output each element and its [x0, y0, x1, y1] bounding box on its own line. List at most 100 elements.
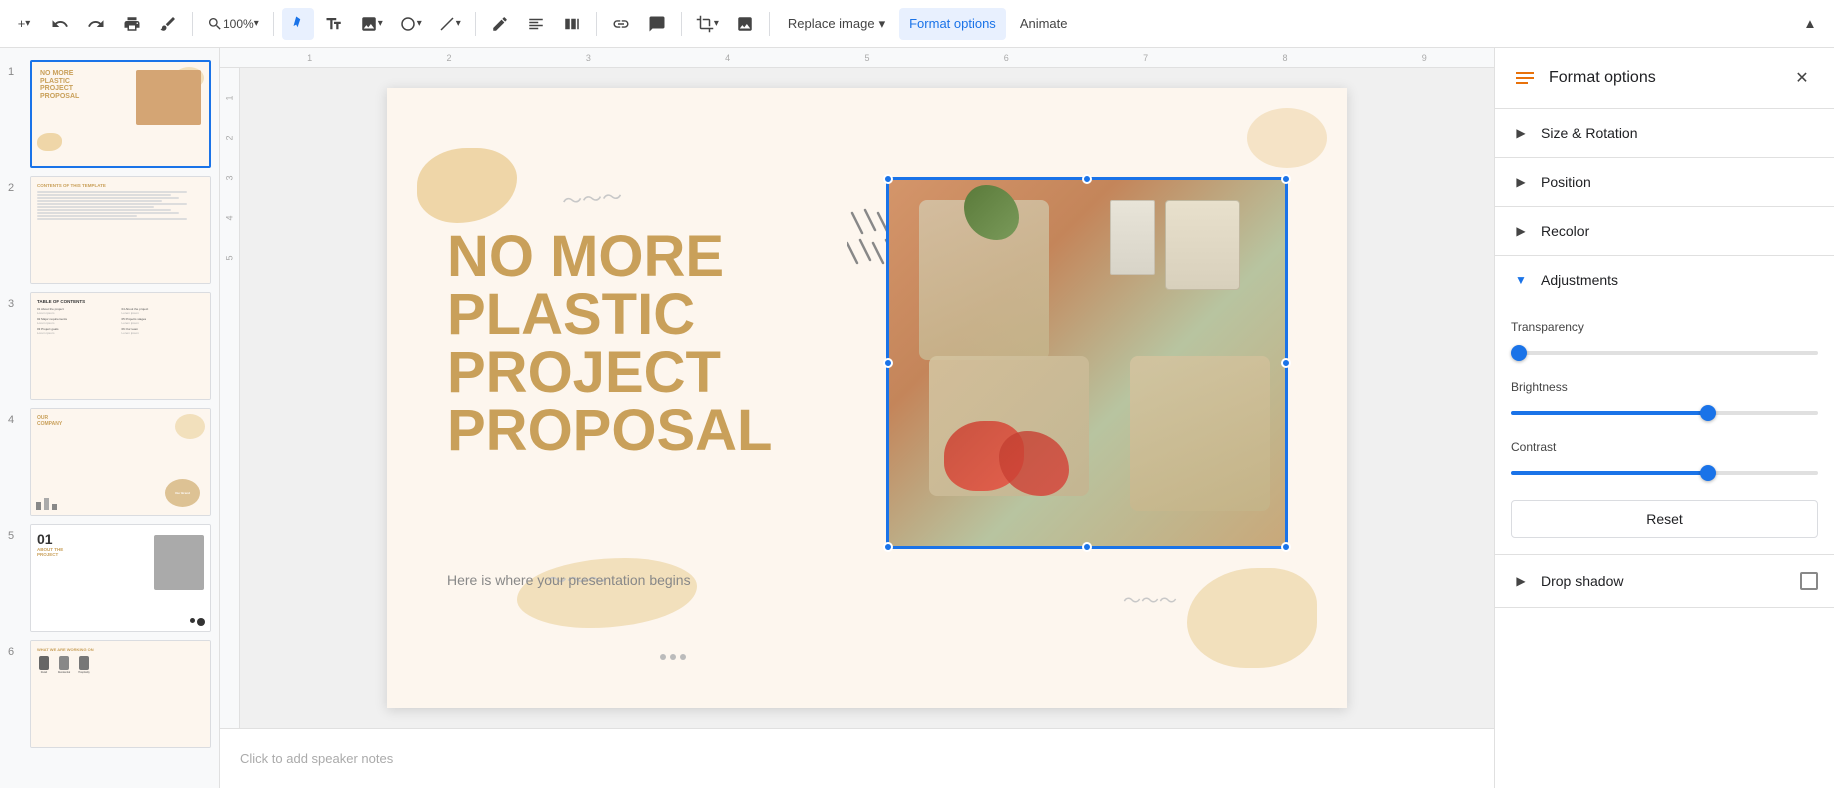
zoom-button[interactable]: 100% ▾: [201, 8, 265, 40]
adjustments-section: ▼ Adjustments Transparency Brightness Co…: [1495, 256, 1834, 555]
handle-top-left[interactable]: [883, 174, 893, 184]
size-rotation-header[interactable]: ▶ Size & Rotation: [1495, 109, 1834, 157]
collapse-toolbar-button[interactable]: ▲: [1794, 8, 1826, 40]
divider6: [769, 12, 770, 36]
adjustments-header[interactable]: ▼ Adjustments: [1495, 256, 1834, 304]
animate-button[interactable]: Animate: [1010, 8, 1078, 40]
ruler-mark: 5: [797, 53, 936, 63]
ruler-mark: 4: [658, 53, 797, 63]
drop-shadow-checkbox[interactable]: [1800, 572, 1818, 590]
transparency-slider[interactable]: [1511, 351, 1818, 355]
shape-button[interactable]: ▾: [393, 8, 428, 40]
ruler-mark: 6: [937, 53, 1076, 63]
print-button[interactable]: [116, 8, 148, 40]
speaker-notes[interactable]: Click to add speaker notes: [220, 728, 1494, 788]
ruler-mark: 1: [240, 53, 379, 63]
slide-thumb-1[interactable]: 1 NO MOREPLASTICPROJECTPROPOSAL: [0, 56, 219, 172]
replace-image-label: Replace image: [788, 16, 875, 31]
speaker-notes-placeholder: Click to add speaker notes: [240, 751, 393, 766]
divider5: [681, 12, 682, 36]
format-panel-close-button[interactable]: ✕: [1786, 62, 1818, 94]
format-options-button[interactable]: Format options: [899, 8, 1006, 40]
divider1: [192, 12, 193, 36]
slide-num-1: 1: [8, 60, 22, 78]
collapse-icon: ▲: [1803, 16, 1816, 31]
image-options-button[interactable]: [729, 8, 761, 40]
size-rotation-chevron: ▶: [1511, 123, 1531, 143]
ruler-mark: 2: [379, 53, 518, 63]
ruler-mark: 9: [1355, 53, 1494, 63]
slide-thumb-2[interactable]: 2 CONTENTS OF THIS TEMPLATE: [0, 172, 219, 288]
divider2: [273, 12, 274, 36]
selected-image-container[interactable]: [887, 178, 1287, 548]
ruler-mark: 8: [1215, 53, 1354, 63]
transparency-label: Transparency: [1511, 320, 1818, 334]
textbox-button[interactable]: [318, 8, 350, 40]
handle-bottom-middle[interactable]: [1082, 542, 1092, 552]
slide-canvas-container[interactable]: 〜〜〜 〜〜〜 〜〜〜 〜〜〜: [240, 68, 1494, 728]
format-panel-title: Format options: [1549, 69, 1776, 87]
slide-image[interactable]: [887, 178, 1287, 548]
drop-shadow-row: ▶ Drop shadow: [1495, 555, 1834, 607]
handle-bottom-right[interactable]: [1281, 542, 1291, 552]
slide-subtitle: Here is where your presentation begins: [447, 572, 691, 588]
crop-button[interactable]: ▾: [690, 8, 725, 40]
paint-button[interactable]: [152, 8, 184, 40]
comment-button[interactable]: [641, 8, 673, 40]
image-button[interactable]: ▾: [354, 8, 389, 40]
size-rotation-title: Size & Rotation: [1541, 125, 1638, 141]
slide-background: 〜〜〜 〜〜〜 〜〜〜 〜〜〜: [387, 88, 1347, 708]
adjustments-content: Transparency Brightness Contrast Reset: [1495, 304, 1834, 554]
format-panel-icon: [1511, 64, 1539, 92]
drop-shadow-section: ▶ Drop shadow: [1495, 555, 1834, 608]
format-panel: Format options ✕ ▶ Size & Rotation ▶ Pos…: [1494, 48, 1834, 788]
recolor-title: Recolor: [1541, 223, 1589, 239]
canvas-area: 1 2 3 4 5 6 7 8 9 1 2 3 4 5: [220, 48, 1494, 788]
slide-thumb-5[interactable]: 5 01 ABOUT THEPROJECT: [0, 520, 219, 636]
replace-image-button[interactable]: Replace image ▾: [778, 8, 895, 40]
handle-middle-left[interactable]: [883, 358, 893, 368]
slide-preview-6: WHAT WE ARE WORKING ON Retail Residentia…: [30, 640, 211, 748]
ruler-mark: 3: [519, 53, 658, 63]
v-ruler-mark: 1: [224, 95, 234, 100]
redo-button[interactable]: [80, 8, 112, 40]
pen-button[interactable]: [484, 8, 516, 40]
s1-image: [136, 70, 201, 125]
handle-bottom-left[interactable]: [883, 542, 893, 552]
slide-preview-4: OURCOMPANY Our Brand: [30, 408, 211, 516]
slide-num-3: 3: [8, 292, 22, 310]
replace-image-arrow: ▾: [879, 16, 886, 32]
position-header[interactable]: ▶ Position: [1495, 158, 1834, 206]
cursor-button[interactable]: [282, 8, 314, 40]
align-button[interactable]: [520, 8, 552, 40]
toolbar: + ▾ 100% ▾ ▾ ▾ ▾: [0, 0, 1834, 48]
handle-middle-right[interactable]: [1281, 358, 1291, 368]
handle-top-middle[interactable]: [1082, 174, 1092, 184]
v-ruler-mark: 3: [224, 175, 234, 180]
v-ruler-mark: 2: [224, 135, 234, 140]
slide-thumb-3[interactable]: 3 TABLE OF CONTENTS 01 About the project…: [0, 288, 219, 404]
handle-top-right[interactable]: [1281, 174, 1291, 184]
blob-top-right: [1247, 108, 1327, 168]
main-area: 1 NO MOREPLASTICPROJECTPROPOSAL 2 CONTEN…: [0, 48, 1834, 788]
brightness-slider[interactable]: [1511, 411, 1818, 415]
recolor-header[interactable]: ▶ Recolor: [1495, 207, 1834, 255]
format-options-label: Format options: [909, 16, 996, 31]
slide-thumb-6[interactable]: 6 WHAT WE ARE WORKING ON Retail Resident…: [0, 636, 219, 752]
add-icon: +: [18, 16, 26, 31]
undo-button[interactable]: [44, 8, 76, 40]
link-button[interactable]: [605, 8, 637, 40]
notes-dots-indicator: [660, 654, 686, 660]
add-button[interactable]: + ▾: [8, 8, 40, 40]
slide-thumb-4[interactable]: 4 OURCOMPANY Our Brand: [0, 404, 219, 520]
wavy-4: 〜〜〜: [1123, 587, 1177, 613]
column-button[interactable]: [556, 8, 588, 40]
v-ruler-mark: 4: [224, 215, 234, 220]
slides-panel: 1 NO MOREPLASTICPROJECTPROPOSAL 2 CONTEN…: [0, 48, 220, 788]
ruler-mark: 7: [1076, 53, 1215, 63]
contrast-slider[interactable]: [1511, 471, 1818, 475]
line-button[interactable]: ▾: [432, 8, 467, 40]
reset-button[interactable]: Reset: [1511, 500, 1818, 538]
slide-preview-2: CONTENTS OF THIS TEMPLATE: [30, 176, 211, 284]
canvas-body: 1 2 3 4 5 〜〜〜: [220, 68, 1494, 728]
